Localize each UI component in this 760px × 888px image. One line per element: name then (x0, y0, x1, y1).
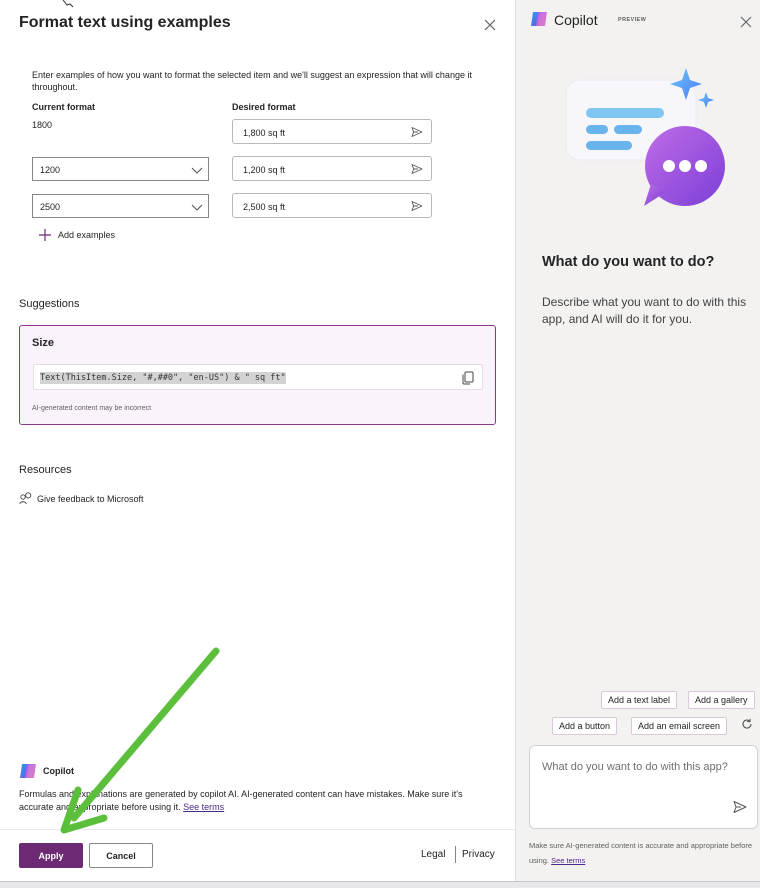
desired-format-value: 1,200 sq ft (243, 165, 286, 175)
suggestions-heading: Suggestions (19, 298, 80, 310)
copilot-disclaimer: Formulas and explanations are generated … (19, 788, 497, 813)
formula-text[interactable]: Text(ThisItem.Size, "#,##0", "en-US") & … (40, 372, 286, 384)
plus-icon (39, 229, 51, 241)
desired-format-value: 1,800 sq ft (243, 128, 286, 138)
desired-format-input[interactable]: 1,800 sq ft (232, 119, 432, 144)
send-icon[interactable] (411, 200, 423, 212)
resources-heading: Resources (19, 464, 72, 476)
preview-badge: PREVIEW (618, 17, 647, 23)
desired-format-input[interactable]: 1,200 sq ft (232, 156, 432, 181)
suggestion-chip[interactable]: Add an email screen (631, 717, 728, 735)
current-format-dropdown[interactable]: 2500 (32, 194, 209, 218)
add-examples-label: Add examples (58, 230, 116, 240)
copilot-pane: Copilot PREVIEW What do you want to do? … (515, 0, 760, 881)
suggestion-chip[interactable]: Add a gallery (688, 691, 755, 709)
send-icon[interactable] (733, 800, 747, 814)
suggestion-chip[interactable]: Add a button (552, 717, 618, 735)
footer-divider (0, 829, 515, 830)
send-icon[interactable] (411, 163, 423, 175)
add-examples-button[interactable]: Add examples (38, 228, 115, 242)
people-feedback-icon (19, 492, 32, 505)
ai-disclaimer: AI-generated content may be incorrect (32, 405, 152, 412)
feedback-link[interactable]: Give feedback to Microsoft (19, 492, 144, 505)
chat-input[interactable]: What do you want to do with this app? (529, 745, 758, 829)
suggestion-card[interactable]: Size Text(ThisItem.Size, "#,##0", "en-US… (19, 325, 496, 425)
copilot-description: Describe what you want to do with this a… (542, 295, 747, 326)
privacy-link[interactable]: Privacy (462, 849, 495, 860)
chevron-down-icon (191, 204, 203, 211)
chat-illustration (565, 68, 725, 206)
suggestion-chip[interactable]: Add a text label (601, 691, 678, 709)
format-text-dialog: Format text using examples Enter example… (0, 0, 515, 881)
legal-link[interactable]: Legal (421, 849, 445, 860)
copilot-question: What do you want to do? (542, 254, 715, 270)
dropdown-value: 2500 (40, 202, 61, 212)
see-terms-link[interactable]: See terms (551, 856, 585, 865)
see-terms-link[interactable]: See terms (183, 802, 224, 812)
footer-link-divider (455, 846, 456, 863)
current-format-label: Current format (32, 102, 96, 112)
desired-format-input[interactable]: 2,500 sq ft (232, 193, 432, 218)
mouse-pointer-icon (62, 0, 74, 8)
dialog-title: Format text using examples (19, 14, 231, 31)
copilot-brand: Copilot (19, 762, 74, 780)
close-icon[interactable] (482, 17, 498, 33)
refresh-icon[interactable] (741, 718, 753, 730)
close-icon[interactable] (740, 16, 752, 28)
copilot-note: Make sure AI-generated content is accura… (529, 838, 754, 868)
copilot-logo-icon (531, 12, 547, 26)
chat-input-placeholder: What do you want to do with this app? (542, 761, 728, 773)
current-format-dropdown[interactable]: 1200 (32, 157, 209, 181)
current-format-value: 1800 (32, 120, 53, 130)
copy-icon[interactable] (462, 371, 474, 385)
intro-text: Enter examples of how you want to format… (32, 70, 472, 92)
chevron-down-icon (191, 167, 203, 174)
copilot-brand-label: Copilot (43, 766, 74, 776)
apply-button[interactable]: Apply (19, 843, 83, 868)
cancel-button[interactable]: Cancel (89, 843, 153, 868)
send-icon[interactable] (411, 126, 423, 138)
desired-format-label: Desired format (232, 102, 296, 112)
copilot-logo-icon (20, 764, 36, 778)
suggestion-title: Size (32, 337, 55, 349)
feedback-label: Give feedback to Microsoft (37, 493, 144, 504)
desired-format-value: 2,500 sq ft (243, 202, 286, 212)
disclaimer-text: Formulas and explanations are generated … (19, 789, 463, 812)
bottom-scrollbar (0, 881, 760, 888)
copilot-title: Copilot (554, 12, 598, 28)
dropdown-value: 1200 (40, 165, 61, 175)
formula-box[interactable]: Text(ThisItem.Size, "#,##0", "en-US") & … (33, 364, 483, 390)
